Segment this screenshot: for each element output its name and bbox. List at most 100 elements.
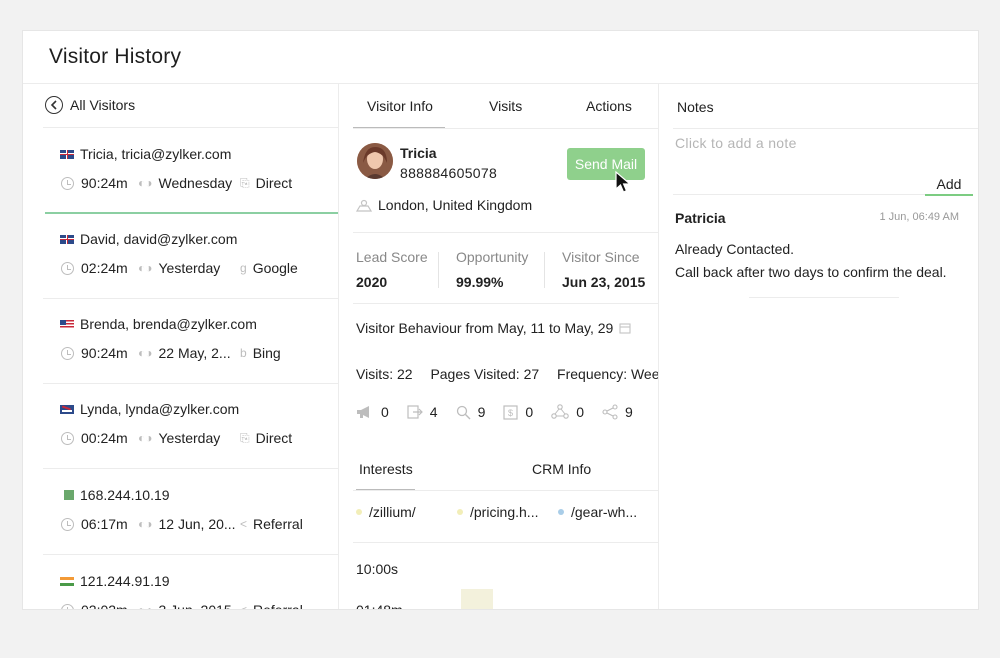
visit-duration: 00:24m — [81, 430, 128, 446]
interest-bar — [461, 589, 493, 609]
visit-duration: 02:02m — [81, 602, 128, 610]
visit-source: Referral — [253, 602, 303, 610]
interest-item[interactable]: /pricing.h... — [457, 504, 538, 520]
subtabs-divider — [353, 490, 658, 491]
location-label: London, United Kingdom — [378, 197, 533, 213]
section-divider — [353, 232, 658, 233]
note-input-divider — [673, 194, 925, 195]
visitor-name-title: Tricia — [400, 145, 437, 161]
tab-interests[interactable]: Interests — [359, 461, 413, 477]
clock-icon — [61, 346, 74, 360]
notes-panel: Notes Add Patricia 1 Jun, 06:49 AM Alrea… — [659, 84, 978, 609]
visitor-list-panel: All Visitors Tricia, tricia@zylker.com 9… — [23, 84, 338, 610]
clock-icon — [61, 517, 74, 531]
lead-score-value: 2020 — [356, 274, 388, 290]
exit-icon — [407, 405, 423, 419]
share-icon: < — [240, 603, 248, 610]
dollar-icon: $ — [503, 404, 518, 420]
search-count: 9 — [477, 404, 486, 420]
back-label: All Visitors — [70, 97, 136, 113]
in-flag-icon — [60, 576, 74, 586]
note-timestamp: 1 Jun, 06:49 AM — [879, 211, 960, 223]
pages-visited: Pages Visited: 27 — [430, 366, 540, 382]
visitor-name: 121.244.91.19 — [80, 573, 170, 589]
page-title: Visitor History — [49, 45, 182, 68]
tab-visitor-info[interactable]: Visitor Info — [367, 98, 433, 114]
visitor-list-item[interactable]: 168.244.10.19 06:17m ◐◑ 12 Jun, 20... < Re… — [45, 469, 338, 554]
tab-actions[interactable]: Actions — [586, 98, 632, 114]
visitor-list-item[interactable]: 121.244.91.19 02:02m ◐◑ 3 Jun, 2015 < Refe… — [45, 555, 338, 610]
share-icon: < — [240, 517, 248, 531]
stat-divider — [544, 252, 545, 288]
tabs-divider — [353, 128, 658, 129]
binoculars-icon: ◐◑ — [138, 603, 153, 610]
visit-source: Google — [252, 260, 298, 276]
all-visitors-back-button[interactable]: All Visitors — [45, 96, 135, 114]
clock-icon — [61, 603, 74, 609]
timeline-label: 10:00s — [356, 561, 399, 577]
visit-duration: 90:24m — [81, 345, 128, 361]
us-flag-icon — [60, 319, 74, 329]
share-icon — [602, 404, 618, 420]
visitor-history-panel: Visitor History All Visitors Tricia, tri… — [22, 30, 979, 610]
note-text: Already Contacted. — [675, 241, 795, 257]
section-divider — [353, 542, 658, 543]
interest-label: /zillium/ — [369, 504, 416, 520]
behaviour-label: Visitor Behaviour from May, 11 to May, 2… — [356, 320, 614, 336]
visitor-since-label: Visitor Since — [562, 249, 640, 265]
visitor-name: David, david@zylker.com — [80, 231, 238, 247]
generic-flag-icon — [64, 490, 74, 500]
google-icon: g — [240, 261, 247, 275]
section-divider — [353, 303, 658, 304]
opportunity-label: Opportunity — [456, 249, 529, 265]
binoculars-icon: ◐◑ — [138, 261, 153, 275]
visitor-name: 168.244.10.19 — [80, 487, 170, 503]
visit-source: Direct — [255, 175, 293, 191]
visit-when: 3 Jun, 2015 — [158, 602, 232, 610]
legend-dot — [558, 509, 564, 515]
visit-when: 22 May, 2... — [158, 345, 231, 361]
binoculars-icon: ◐◑ — [138, 517, 153, 531]
visit-when: 12 Jun, 20... — [158, 516, 236, 532]
visit-duration: 90:24m — [81, 175, 128, 191]
activity-counts: 0 4 9 $ 0 0 9 — [356, 404, 651, 420]
clock-icon — [61, 176, 74, 190]
interest-item[interactable]: /zillium/ — [356, 504, 416, 520]
bing-icon: b — [240, 346, 247, 360]
visit-duration: 06:17m — [81, 516, 128, 532]
visitor-list-item[interactable]: Tricia, tricia@zylker.com 90:24m ◐◑ Wedne… — [45, 128, 338, 213]
back-arrow-icon — [45, 96, 63, 114]
tab-crm-info[interactable]: CRM Info — [532, 461, 591, 477]
location-icon — [356, 199, 372, 212]
clock-icon — [61, 261, 74, 275]
visitor-phone: 888884605078 — [400, 165, 498, 181]
visit-when: Wednesday — [158, 175, 233, 191]
visit-metrics: Visits: 22 Pages Visited: 27 Frequency: … — [356, 366, 658, 382]
calendar-icon[interactable] — [619, 322, 631, 334]
interest-item[interactable]: /gear-wh... — [558, 504, 637, 520]
note-input[interactable] — [675, 135, 965, 151]
visitor-since-value: Jun 23, 2015 — [562, 274, 646, 290]
binoculars-icon: ◐◑ — [138, 176, 153, 190]
visitor-list-item[interactable]: Brenda, brenda@zylker.com 90:24m ◐◑ 22 Ma… — [45, 298, 338, 383]
uk-flag-icon — [60, 149, 74, 159]
nz-flag-icon — [60, 404, 74, 414]
visitor-behaviour: Visitor Behaviour from May, 11 to May, 2… — [356, 320, 631, 336]
visitor-location: London, United Kingdom — [356, 197, 532, 213]
exit-count: 4 — [429, 404, 438, 420]
svg-text:$: $ — [508, 408, 513, 418]
tab-visits[interactable]: Visits — [489, 98, 522, 114]
legend-dot — [457, 509, 463, 515]
binoculars-icon: ◐◑ — [138, 346, 153, 360]
direct-icon: ⎘ — [240, 175, 250, 190]
megaphone-icon — [357, 406, 369, 418]
visitor-list-item[interactable]: David, david@zylker.com 02:24m ◐◑ Yesterd… — [45, 213, 338, 298]
uk-flag-icon — [60, 234, 74, 244]
visitor-list-item[interactable]: Lynda, lynda@zylker.com 00:24m ◐◑ Yesterd… — [45, 383, 338, 468]
interest-label: /pricing.h... — [470, 504, 539, 520]
lead-score-label: Lead Score — [356, 249, 428, 265]
visits-count: Visits: 22 — [356, 366, 413, 382]
add-note-button[interactable]: Add — [925, 176, 973, 196]
visitor-name: Lynda, lynda@zylker.com — [80, 401, 240, 417]
legend-dot — [356, 509, 362, 515]
